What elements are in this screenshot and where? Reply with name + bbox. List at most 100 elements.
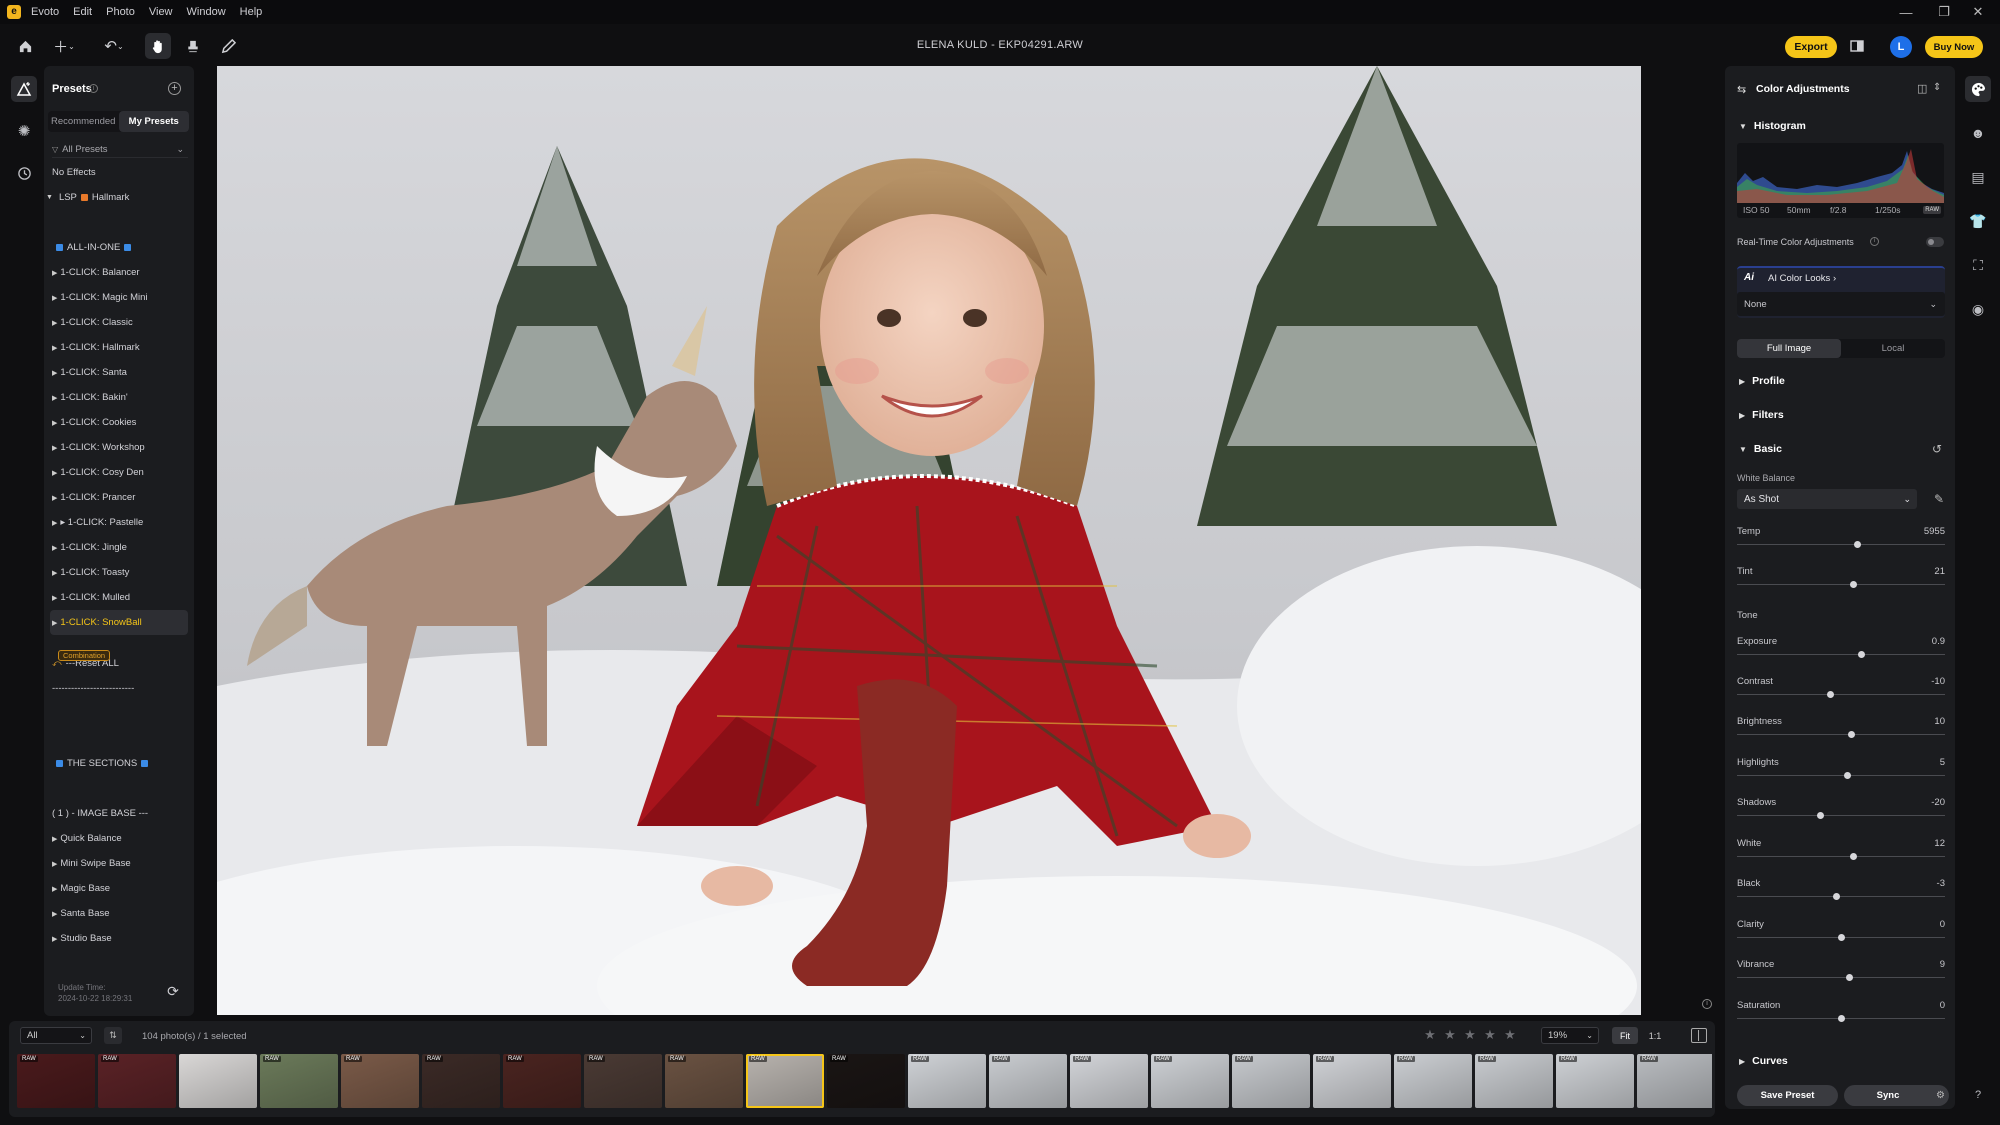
photo-thumbnail[interactable]: RAW [989,1054,1067,1108]
slider-track[interactable] [1737,896,1945,897]
basic-section-header[interactable]: ▼ Basic [1739,443,1782,455]
undo-icon[interactable]: ↶ ⌄ [98,33,130,59]
save-preset-button[interactable]: Save Preset [1737,1085,1838,1106]
slider-white[interactable]: White 12 [1737,838,1945,874]
preset-section-header[interactable]: THE SECTIONS [52,751,188,776]
photo-thumbnail[interactable]: RAW [260,1054,338,1108]
preset-section-header[interactable]: ALL-IN-ONE [52,235,188,260]
close-icon[interactable]: ✕ [1956,0,2000,24]
slider-knob[interactable] [1833,893,1841,900]
preset-item[interactable]: ▶ 1-CLICK: Bakin' [52,385,188,410]
menu-help[interactable]: Help [240,6,263,18]
preset-item[interactable]: -------------------------- [52,676,188,701]
preset-item[interactable]: ▶ 1-CLICK: Hallmark [52,335,188,360]
photo-thumbnail[interactable]: RAW [1637,1054,1712,1108]
tab-local[interactable]: Local [1841,339,1945,358]
slider-knob[interactable] [1816,812,1824,819]
star-rating-1[interactable]: ★ [1423,1028,1437,1042]
slider-knob[interactable] [1837,1015,1845,1022]
slider-track[interactable] [1737,734,1945,735]
preset-item[interactable]: ▶ Santa Base [52,901,188,926]
slider-knob[interactable] [1849,853,1857,860]
slider-track[interactable] [1737,694,1945,695]
slider-clarity[interactable]: Clarity 0 [1737,919,1945,955]
slider-track[interactable] [1737,544,1945,545]
preset-item[interactable]: ▶ 1-CLICK: Cosy Den [52,460,188,485]
refresh-icon[interactable]: ⟳ [165,983,181,999]
slider-shadows[interactable]: Shadows -20 [1737,797,1945,833]
export-button[interactable]: Export [1785,36,1837,58]
add-icon[interactable]: ＋ ⌄ [48,33,80,59]
preset-item[interactable]: ▶ 1-CLICK: Mulled [52,585,188,610]
preset-item[interactable]: ▼ LSP Hallmark [46,185,188,210]
slider-knob[interactable] [1837,934,1845,941]
preset-item[interactable]: ▶ Magic Base [52,876,188,901]
eyedropper-icon[interactable]: ✎ [1934,492,1944,506]
preset-item[interactable]: ▶ Studio Base [52,926,188,951]
help-icon[interactable]: ? [1965,1082,1991,1108]
sort-icon[interactable]: ⇅ [104,1027,122,1044]
brush-tool-icon[interactable] [215,33,241,59]
slider-saturation[interactable]: Saturation 0 [1737,1000,1945,1036]
slider-brightness[interactable]: Brightness 10 [1737,716,1945,752]
preset-item[interactable]: ▶ 1-CLICK: Toasty [52,560,188,585]
photo-thumbnail[interactable]: RAW [584,1054,662,1108]
buy-now-button[interactable]: Buy Now [1925,36,1983,58]
photo-thumbnail[interactable]: RAW [422,1054,500,1108]
slider-track[interactable] [1737,775,1945,776]
star-rating-3[interactable]: ★ [1463,1028,1477,1042]
face-retouch-icon[interactable]: ☻ [1965,120,1991,146]
slider-exposure[interactable]: Exposure 0.9 [1737,636,1945,672]
curves-section-header[interactable]: ▶ Curves [1739,1055,1788,1067]
preset-filter-dropdown[interactable]: ▽ All Presets ⌄ [52,141,188,158]
realtime-toggle[interactable] [1926,237,1944,247]
preset-item[interactable]: ▶ 1-CLICK: Santa [52,360,188,385]
slider-knob[interactable] [1858,651,1866,658]
ai-color-looks-link[interactable]: AI Color Looks › [1768,273,1836,284]
split-view-icon[interactable] [1691,1028,1707,1043]
preset-item[interactable]: ▶ Mini Swipe Base [52,851,188,876]
crop-icon[interactable]: ⛶ [1965,252,1991,278]
panel-layout-icon[interactable]: ◫ [1917,82,1927,95]
photo-thumbnail[interactable]: RAW [746,1054,824,1108]
slider-tint[interactable]: Tint 21 [1737,566,1945,602]
photo-thumbnail[interactable]: RAW [1313,1054,1391,1108]
user-avatar[interactable]: L [1890,36,1912,58]
photo-thumbnail[interactable]: RAW [1070,1054,1148,1108]
slider-track[interactable] [1737,584,1945,585]
photo-thumbnail[interactable] [179,1054,257,1108]
background-icon[interactable]: ▤ [1965,164,1991,190]
slider-temp[interactable]: Temp 5955 [1737,526,1945,562]
photo-thumbnail[interactable]: RAW [341,1054,419,1108]
preset-item[interactable]: ▶ Quick Balance [52,826,188,851]
tab-recommended[interactable]: Recommended [48,111,119,132]
slider-highlights[interactable]: Highlights 5 [1737,757,1945,793]
hand-tool-icon[interactable] [145,33,171,59]
preset-item[interactable]: ▶ 1-CLICK: Cookies [52,410,188,435]
slider-track[interactable] [1737,856,1945,857]
preset-item[interactable]: ▶ 1-CLICK: Workshop [52,435,188,460]
preset-item[interactable]: ▶ 1-CLICK: Classic [52,310,188,335]
photo-thumbnail[interactable]: RAW [98,1054,176,1108]
menu-view[interactable]: View [149,6,173,18]
stamp-tool-icon[interactable] [180,33,206,59]
adjust-tool-icon[interactable]: ✺ [11,118,37,144]
photo-thumbnail[interactable]: RAW [1394,1054,1472,1108]
slider-contrast[interactable]: Contrast -10 [1737,676,1945,712]
photo-thumbnail[interactable]: RAW [908,1054,986,1108]
clothing-icon[interactable]: 👕 [1965,208,1991,234]
slider-knob[interactable] [1847,731,1855,738]
star-rating-4[interactable]: ★ [1483,1028,1497,1042]
star-rating-5[interactable]: ★ [1503,1028,1517,1042]
tab-full-image[interactable]: Full Image [1737,339,1841,358]
preset-item[interactable]: ▶ ▸ 1-CLICK: Pastelle [52,510,188,535]
slider-track[interactable] [1737,977,1945,978]
filters-section-header[interactable]: ▶ Filters [1739,409,1784,421]
tab-my-presets[interactable]: My Presets [118,111,189,132]
expand-collapse-icon[interactable]: ⇕ [1933,82,1941,93]
slider-black[interactable]: Black -3 [1737,878,1945,914]
photo-filter-dropdown[interactable]: All ⌄ [20,1027,92,1044]
photo-thumbnail[interactable]: RAW [1556,1054,1634,1108]
slider-track[interactable] [1737,815,1945,816]
photo-thumbnail[interactable]: RAW [665,1054,743,1108]
